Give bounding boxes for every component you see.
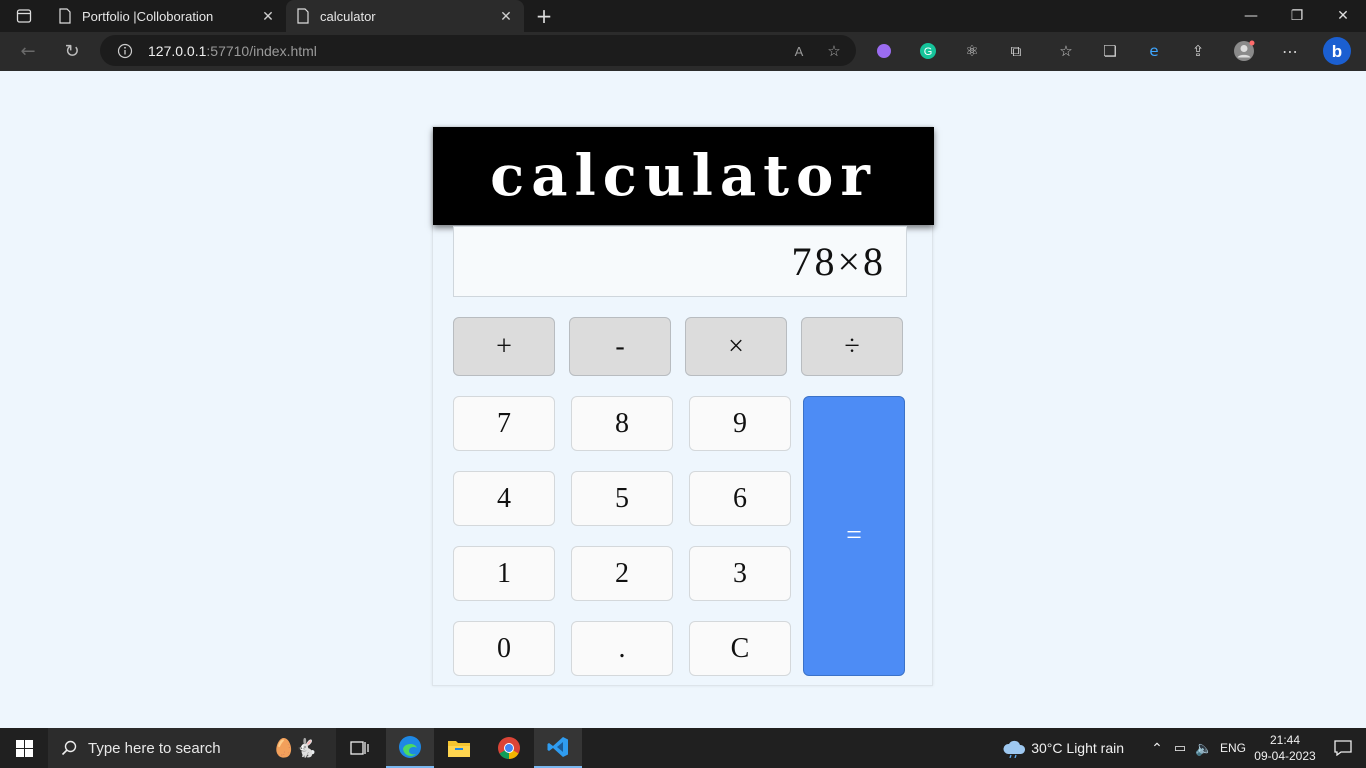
- digit-4-button[interactable]: 4: [453, 471, 555, 526]
- back-arrow-icon[interactable]: ←: [8, 35, 48, 67]
- favorite-star-icon[interactable]: ☆: [824, 41, 844, 61]
- calculator-title: calculator: [433, 127, 934, 225]
- calculator-display: 78×8: [453, 226, 907, 297]
- show-hidden-icons-chevron-icon[interactable]: ⌃: [1146, 728, 1168, 768]
- bing-chat-icon[interactable]: b: [1320, 34, 1354, 68]
- battery-icon[interactable]: ▭: [1168, 728, 1192, 768]
- multiply-button[interactable]: ×: [685, 317, 787, 376]
- svg-text:b: b: [1332, 42, 1342, 61]
- calculator: calculator 78×8 + - × ÷ 7 8 9 4 5 6 1 2 …: [432, 126, 934, 686]
- close-tab-icon[interactable]: ✕: [498, 8, 514, 24]
- tab-calculator[interactable]: calculator ✕: [286, 0, 524, 32]
- read-aloud-icon[interactable]: A: [790, 42, 808, 60]
- chrome-icon[interactable]: [485, 728, 533, 768]
- digit-2-button[interactable]: 2: [571, 546, 673, 601]
- edge-bar-icon[interactable]: e: [1138, 35, 1170, 67]
- plus-button[interactable]: +: [453, 317, 555, 376]
- close-tab-icon[interactable]: ✕: [260, 8, 276, 24]
- tab-portfolio[interactable]: Portfolio |Colloboration ✕: [48, 0, 286, 32]
- digit-3-button[interactable]: 3: [689, 546, 791, 601]
- file-explorer-icon[interactable]: [435, 728, 483, 768]
- page-viewport: calculator 78×8 + - × ÷ 7 8 9 4 5 6 1 2 …: [0, 71, 1366, 728]
- vscode-icon[interactable]: [534, 728, 582, 768]
- minimize-icon[interactable]: —: [1228, 0, 1274, 32]
- windows-start-icon[interactable]: [0, 728, 48, 768]
- restore-icon[interactable]: ❐: [1274, 0, 1320, 32]
- digit-1-button[interactable]: 1: [453, 546, 555, 601]
- system-tray: 30°C Light rain ⌃ ▭ 🔈 ENG 21:44 09-04-20…: [999, 728, 1366, 768]
- digit-8-button[interactable]: 8: [571, 396, 673, 451]
- divide-button[interactable]: ÷: [801, 317, 903, 376]
- extensions-puzzle-icon[interactable]: ⧉: [1000, 35, 1032, 67]
- share-icon[interactable]: ⇪: [1182, 35, 1214, 67]
- language-indicator[interactable]: ENG: [1216, 741, 1250, 755]
- close-window-icon[interactable]: ✕: [1320, 0, 1366, 32]
- clock-date: 09-04-2023: [1254, 749, 1316, 763]
- tab-actions-icon[interactable]: [0, 0, 48, 32]
- search-placeholder: Type here to search: [88, 739, 221, 757]
- grammarly-icon[interactable]: G: [912, 35, 944, 67]
- extension-purple-icon[interactable]: [868, 35, 900, 67]
- clear-button[interactable]: C: [689, 621, 791, 676]
- refresh-icon[interactable]: ↻: [52, 35, 92, 67]
- digit-7-button[interactable]: 7: [453, 396, 555, 451]
- tab-strip-spacer: [564, 0, 1228, 32]
- browser-tab-strip: Portfolio |Colloboration ✕ calculator ✕ …: [0, 0, 1366, 32]
- tab-title: Portfolio |Colloboration: [82, 8, 214, 24]
- favorites-icon[interactable]: ☆: [1050, 35, 1082, 67]
- decimal-button[interactable]: .: [571, 621, 673, 676]
- page-icon: [58, 8, 72, 24]
- page-icon: [296, 8, 310, 24]
- minus-button[interactable]: -: [569, 317, 671, 376]
- react-devtools-icon[interactable]: ⚛: [956, 35, 988, 67]
- more-menu-icon[interactable]: ⋯: [1274, 35, 1306, 67]
- profile-avatar[interactable]: [1228, 35, 1260, 67]
- clock-time: 21:44: [1269, 733, 1301, 747]
- weather-text[interactable]: 30°C Light rain: [1031, 740, 1124, 756]
- digit-9-button[interactable]: 9: [689, 396, 791, 451]
- task-view-icon[interactable]: [336, 728, 384, 768]
- digit-0-button[interactable]: 0: [453, 621, 555, 676]
- browser-toolbar: ← ↻ 127.0.0.1:57710/index.html A ☆ G ⚛ ⧉…: [0, 32, 1366, 71]
- digit-5-button[interactable]: 5: [571, 471, 673, 526]
- site-info-icon[interactable]: [116, 43, 134, 59]
- address-bar[interactable]: 127.0.0.1:57710/index.html A ☆: [100, 35, 856, 66]
- windows-taskbar: Type here to search 🥚🐇 30°C Light rain ⌃…: [0, 728, 1366, 768]
- notifications-icon[interactable]: [1320, 728, 1366, 768]
- equals-button[interactable]: =: [803, 396, 905, 676]
- collections-icon[interactable]: ❏: [1094, 35, 1126, 67]
- clock[interactable]: 21:44 09-04-2023: [1250, 732, 1320, 764]
- edge-browser-icon[interactable]: [386, 728, 434, 768]
- search-icon: [60, 740, 78, 756]
- new-tab-button[interactable]: +: [524, 0, 564, 32]
- weather-cloud-icon[interactable]: [999, 728, 1031, 768]
- svg-text:G: G: [924, 46, 933, 58]
- tab-title: calculator: [320, 8, 376, 24]
- volume-icon[interactable]: 🔈: [1192, 728, 1216, 768]
- url-path: :57710/index.html: [206, 42, 317, 59]
- taskbar-search-box[interactable]: Type here to search 🥚🐇: [48, 728, 336, 768]
- easter-eggs-icon: 🥚🐇: [272, 737, 318, 758]
- digit-6-button[interactable]: 6: [689, 471, 791, 526]
- url-host: 127.0.0.1: [148, 42, 207, 59]
